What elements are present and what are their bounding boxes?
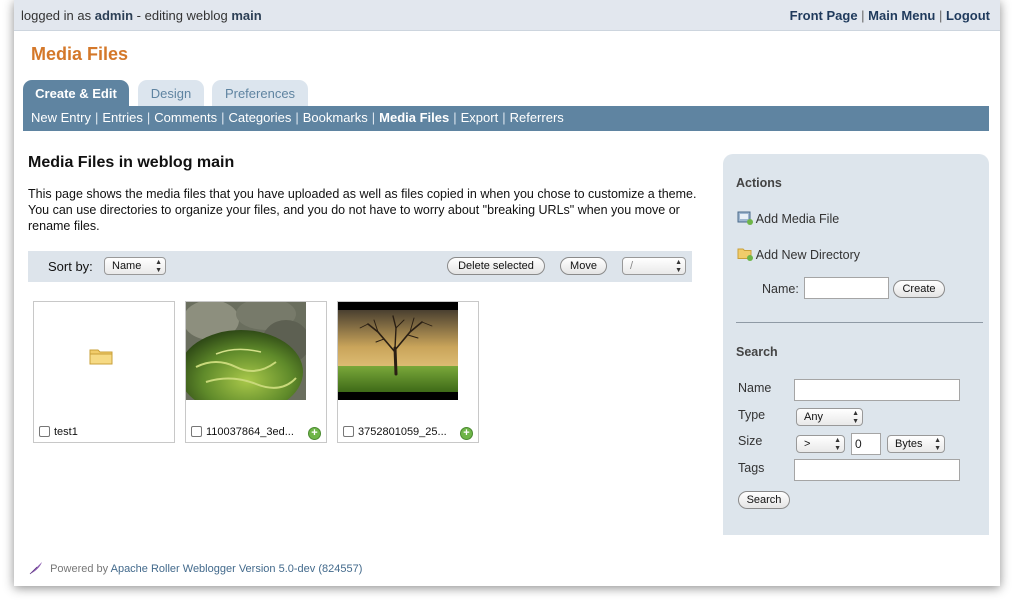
type-select[interactable]: Any ▲ ▼ — [796, 408, 863, 426]
media-card-label: test1 — [39, 426, 78, 438]
actions-heading: Actions — [736, 176, 782, 190]
size-unit-select[interactable]: Bytes ▲ ▼ — [887, 435, 945, 453]
move-target-value: / — [630, 260, 634, 272]
actions-sidebar: Actions Add Media File Add New Directory… — [723, 154, 989, 535]
logged-in-prefix: logged in as — [21, 8, 92, 23]
page-title: Media Files — [31, 44, 129, 64]
type-value: Any — [804, 411, 823, 423]
search-name-input[interactable] — [794, 379, 960, 401]
product-link[interactable]: Apache Roller Weblogger — [111, 563, 236, 575]
version-text: Version 5.0-dev (824557) — [238, 563, 363, 575]
top-links: Front Page | Main Menu | Logout — [789, 8, 990, 23]
updown-icon: ▲ ▼ — [675, 259, 682, 274]
tab-design[interactable]: Design — [138, 80, 204, 106]
subnav-referrers[interactable]: Referrers — [510, 110, 564, 125]
powered-by-text: Powered by — [50, 563, 109, 575]
updown-icon: ▲ ▼ — [852, 410, 859, 425]
subnav-comments[interactable]: Comments — [154, 110, 217, 125]
tab-create-edit[interactable]: Create & Edit — [23, 80, 129, 106]
subnav-entries[interactable]: Entries — [102, 110, 142, 125]
updown-icon: ▲ ▼ — [834, 437, 841, 452]
page-description: This page shows the media files that you… — [28, 187, 697, 233]
weblog-name: main — [231, 8, 262, 23]
dir-name-label: Name: — [762, 282, 799, 296]
media-card[interactable]: 110037864_3ed... + — [185, 301, 327, 443]
tab-preferences[interactable]: Preferences — [212, 80, 308, 106]
tags-label: Tags — [738, 461, 765, 475]
browser-window: logged in as admin - editing weblog main… — [14, 0, 1000, 586]
updown-icon: ▲ ▼ — [155, 259, 162, 274]
media-card[interactable]: 3752801059_25... + — [337, 301, 479, 443]
search-heading: Search — [736, 345, 778, 359]
subnav-new-entry[interactable]: New Entry — [31, 110, 91, 125]
sort-label: Sort by: — [48, 259, 93, 274]
add-media-label: Add Media File — [755, 212, 840, 226]
top-bar: logged in as admin - editing weblog main… — [14, 0, 1000, 31]
username: admin — [94, 8, 134, 23]
sidebar-divider — [736, 322, 983, 323]
media-card-label: 3752801059_25... — [343, 426, 447, 438]
subnav-export[interactable]: Export — [461, 110, 499, 125]
feather-icon — [29, 562, 42, 575]
sub-navigation: New Entry | Entries | Comments | Categories | Bo… — [23, 106, 989, 131]
file-name: 110037864_3ed... — [206, 426, 294, 438]
select-checkbox[interactable] — [39, 426, 50, 437]
main-heading: Media Files in weblog main — [28, 154, 235, 171]
size-unit-value: Bytes — [895, 438, 923, 450]
add-new-directory-link[interactable]: Add New Directory — [737, 247, 860, 262]
type-label: Type — [738, 408, 766, 422]
file-name: test1 — [54, 426, 78, 438]
search-name-label: Name — [738, 381, 772, 395]
add-directory-label: Add New Directory — [755, 248, 860, 262]
add-plus-icon[interactable]: + — [460, 427, 473, 440]
file-name: 3752801059_25... — [358, 426, 447, 438]
sort-select[interactable]: Name ▲ ▼ — [104, 257, 166, 275]
search-button[interactable]: Search — [738, 491, 790, 509]
select-checkbox[interactable] — [191, 426, 202, 437]
add-media-icon — [737, 211, 753, 225]
move-button[interactable]: Move — [560, 257, 607, 275]
subnav-bookmarks[interactable]: Bookmarks — [303, 110, 368, 125]
add-folder-icon — [737, 248, 753, 261]
create-button[interactable]: Create — [893, 280, 945, 298]
size-operator-select[interactable]: > ▲ ▼ — [796, 435, 845, 453]
tags-input[interactable] — [794, 459, 960, 481]
media-card-label: 110037864_3ed... — [191, 426, 294, 438]
media-toolbar: Sort by: Name ▲ ▼ Delete selected Move / … — [28, 251, 692, 282]
folder-icon — [89, 349, 113, 365]
main-menu-link[interactable]: Main Menu — [868, 8, 935, 23]
size-operator-value: > — [804, 438, 811, 450]
watermelon-thumbnail[interactable] — [186, 302, 306, 400]
media-card[interactable]: test1 — [33, 301, 175, 443]
sort-value: Name — [112, 260, 142, 272]
delete-selected-button[interactable]: Delete selected — [447, 257, 545, 275]
move-target-select[interactable]: / ▲ ▼ — [622, 257, 686, 275]
tree-thumbnail[interactable] — [338, 302, 458, 400]
footer: Powered by Apache Roller Weblogger Versi… — [28, 560, 362, 576]
editing-prefix: - editing weblog — [136, 8, 228, 23]
size-value-input[interactable]: 0 — [851, 433, 881, 455]
logout-link[interactable]: Logout — [946, 8, 990, 23]
size-label: Size — [738, 434, 763, 448]
login-status: logged in as admin - editing weblog main — [21, 0, 262, 31]
updown-icon: ▲ ▼ — [934, 437, 941, 452]
add-plus-icon[interactable]: + — [308, 427, 321, 440]
subnav-categories[interactable]: Categories — [228, 110, 291, 125]
front-page-link[interactable]: Front Page — [790, 8, 858, 23]
directory-name-input[interactable] — [804, 277, 889, 299]
select-checkbox[interactable] — [343, 426, 354, 437]
add-media-file-link[interactable]: Add Media File — [737, 211, 839, 226]
subnav-media-files[interactable]: Media Files — [379, 110, 449, 125]
